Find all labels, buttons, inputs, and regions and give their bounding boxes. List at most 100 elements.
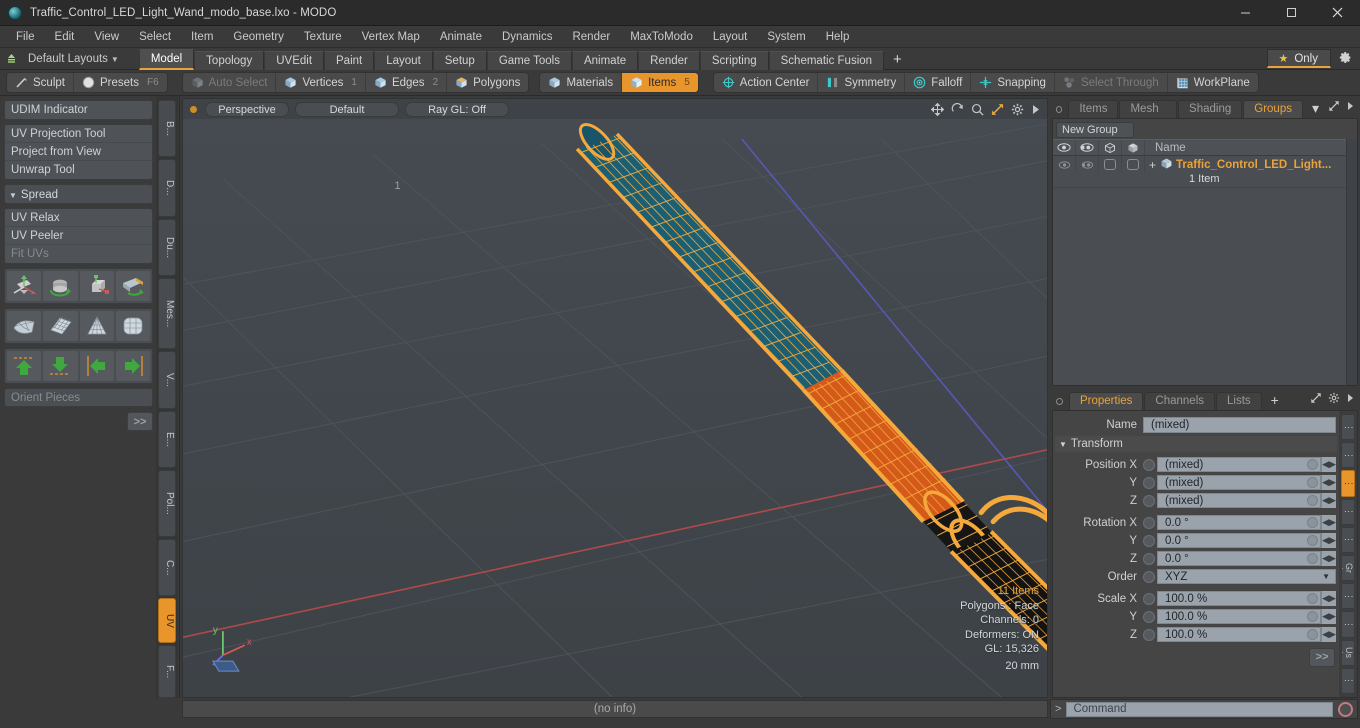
menu-item-animate[interactable]: Animate bbox=[430, 29, 492, 45]
position-y-stepper[interactable]: ◀▶ bbox=[1321, 475, 1336, 490]
menu-item-item[interactable]: Item bbox=[181, 29, 223, 45]
tab-render[interactable]: Render bbox=[638, 50, 700, 70]
row-render-toggle[interactable] bbox=[1076, 156, 1099, 173]
tab-scripting[interactable]: Scripting bbox=[699, 50, 769, 70]
tool-uv-peeler[interactable]: UV Peeler bbox=[5, 227, 152, 245]
vtab-du[interactable]: Du... bbox=[158, 218, 176, 276]
edges-button[interactable]: Edges 2 bbox=[366, 73, 448, 92]
move-icon[interactable] bbox=[931, 102, 944, 116]
panel-expand-arrow-icon[interactable] bbox=[1346, 101, 1354, 114]
rotation-z-field[interactable]: 0.0 ° bbox=[1157, 551, 1321, 566]
pvtab-5[interactable]: ⋮ bbox=[1341, 526, 1355, 554]
scale-axis-icon[interactable] bbox=[79, 271, 114, 301]
record-macro-button[interactable] bbox=[1338, 701, 1353, 717]
settings-gear-icon[interactable] bbox=[1335, 51, 1356, 67]
new-group-button[interactable]: New Group bbox=[1056, 122, 1134, 138]
pvtab-groups[interactable]: Gr ⋮ bbox=[1341, 555, 1355, 582]
position-y-knob[interactable] bbox=[1307, 477, 1318, 488]
workplane-button[interactable]: WorkPlane bbox=[1168, 73, 1258, 92]
vtab-e[interactable]: E... bbox=[158, 410, 176, 468]
row-wireframe-toggle[interactable] bbox=[1099, 156, 1122, 173]
action-center-button[interactable]: Action Center bbox=[714, 73, 819, 92]
menu-item-layout[interactable]: Layout bbox=[703, 29, 758, 45]
sphere-uv-icon[interactable] bbox=[115, 311, 150, 341]
render-icon[interactable] bbox=[1076, 140, 1099, 155]
tool-uv-relax[interactable]: UV Relax bbox=[5, 209, 152, 227]
position-y-field[interactable]: (mixed) bbox=[1157, 475, 1321, 490]
props-menu-dot-icon[interactable] bbox=[1056, 398, 1063, 405]
rotation-y-stepper[interactable]: ◀▶ bbox=[1321, 533, 1336, 548]
rotation-y-knob[interactable] bbox=[1307, 535, 1318, 546]
eye-icon[interactable] bbox=[1053, 140, 1076, 155]
sculpt-button[interactable]: Sculpt bbox=[7, 73, 74, 92]
position-z-field[interactable]: (mixed) bbox=[1157, 493, 1321, 508]
rotation-x-keyframe-toggle[interactable] bbox=[1143, 516, 1155, 529]
table-row[interactable]: + Traffic_Control_LED_Light... 1 Item bbox=[1053, 156, 1346, 188]
move-axis-icon[interactable] bbox=[7, 271, 42, 301]
menu-item-maxtomodo[interactable]: MaxToModo bbox=[620, 29, 703, 45]
layout-tree-icon[interactable] bbox=[0, 52, 22, 65]
items-button[interactable]: Items 5 bbox=[622, 73, 698, 92]
menu-item-edit[interactable]: Edit bbox=[45, 29, 85, 45]
add-tab-button[interactable]: + bbox=[884, 51, 911, 70]
menu-item-help[interactable]: Help bbox=[816, 29, 860, 45]
falloff-button[interactable]: Falloff bbox=[905, 73, 972, 92]
arrow-right-icon[interactable] bbox=[115, 351, 150, 381]
rotation-y-keyframe-toggle[interactable] bbox=[1143, 534, 1155, 547]
viewport-view-mode[interactable]: Perspective bbox=[205, 101, 289, 117]
scale-z-stepper[interactable]: ◀▶ bbox=[1321, 627, 1336, 642]
minimize-button[interactable] bbox=[1222, 0, 1268, 25]
scale-z-field[interactable]: 100.0 % bbox=[1157, 627, 1321, 642]
popout-icon[interactable] bbox=[1328, 100, 1340, 115]
scale-x-field[interactable]: 100.0 % bbox=[1157, 591, 1321, 606]
vtab-pol[interactable]: Pol... bbox=[158, 469, 176, 537]
vtab-uv[interactable]: UV bbox=[158, 598, 176, 644]
tab-schematic-fusion[interactable]: Schematic Fusion bbox=[768, 50, 885, 70]
pvtab-2[interactable]: ⋮ bbox=[1341, 442, 1355, 469]
tab-uvedit[interactable]: UVEdit bbox=[264, 50, 325, 70]
tab-channels[interactable]: Channels bbox=[1144, 392, 1216, 410]
rotate-icon[interactable] bbox=[43, 271, 78, 301]
tool-fit-uvs[interactable]: Fit UVs bbox=[5, 245, 152, 263]
pvtab-7[interactable]: ⋮ bbox=[1341, 583, 1355, 610]
viewport-shading-mode[interactable]: Default bbox=[295, 101, 399, 117]
tab-groups[interactable]: Groups bbox=[1243, 100, 1303, 118]
zoom-icon[interactable] bbox=[971, 103, 984, 116]
pvtab-3[interactable]: ⋮ bbox=[1341, 470, 1355, 497]
position-x-stepper[interactable]: ◀▶ bbox=[1321, 457, 1336, 472]
scale-y-stepper[interactable]: ◀▶ bbox=[1321, 609, 1336, 624]
position-z-stepper[interactable]: ◀▶ bbox=[1321, 493, 1336, 508]
scale-z-keyframe-toggle[interactable] bbox=[1143, 628, 1155, 641]
command-input[interactable]: Command bbox=[1066, 701, 1333, 717]
auto-select-button[interactable]: Auto Select bbox=[183, 73, 277, 92]
tool-uv-projection[interactable]: UV Projection Tool bbox=[5, 125, 152, 143]
viewport-raygl-toggle[interactable]: Ray GL: Off bbox=[405, 101, 509, 117]
order-keyframe-toggle[interactable] bbox=[1143, 570, 1155, 583]
menu-item-view[interactable]: View bbox=[84, 29, 129, 45]
cube-shaded-icon[interactable] bbox=[1122, 140, 1145, 155]
vertices-button[interactable]: Vertices 1 bbox=[276, 73, 366, 92]
gear-icon[interactable] bbox=[1328, 392, 1340, 407]
arrow-down-icon[interactable] bbox=[43, 351, 78, 381]
menu-item-vertex-map[interactable]: Vertex Map bbox=[352, 29, 430, 45]
tab-paint[interactable]: Paint bbox=[324, 50, 375, 70]
cube-outline-icon[interactable] bbox=[1099, 140, 1122, 155]
scale-y-field[interactable]: 100.0 % bbox=[1157, 609, 1321, 624]
properties-more-button[interactable]: >> bbox=[1309, 647, 1335, 667]
presets-button[interactable]: Presets F6 bbox=[74, 73, 167, 92]
groups-scrollbar[interactable] bbox=[1346, 139, 1357, 385]
symmetry-button[interactable]: Symmetry bbox=[818, 73, 906, 92]
pvtab-4[interactable]: ⋮ bbox=[1341, 498, 1355, 525]
panel-menu-dot-icon[interactable] bbox=[1056, 106, 1063, 113]
tab-game-tools[interactable]: Game Tools bbox=[486, 50, 572, 70]
position-x-knob[interactable] bbox=[1307, 459, 1318, 470]
scale-y-knob[interactable] bbox=[1307, 611, 1318, 622]
pvtab-users[interactable]: Us ⋮ bbox=[1341, 639, 1355, 666]
tab-topology[interactable]: Topology bbox=[194, 50, 265, 70]
row-visibility-toggle[interactable] bbox=[1053, 156, 1076, 173]
tab-lists[interactable]: Lists bbox=[1216, 392, 1262, 410]
vtab-mesh[interactable]: Mes... bbox=[158, 277, 176, 350]
group-name[interactable]: Traffic_Control_LED_Light... bbox=[1176, 159, 1331, 171]
only-toggle-button[interactable]: ★ Only bbox=[1267, 49, 1331, 68]
rotation-x-field[interactable]: 0.0 ° bbox=[1157, 515, 1321, 530]
